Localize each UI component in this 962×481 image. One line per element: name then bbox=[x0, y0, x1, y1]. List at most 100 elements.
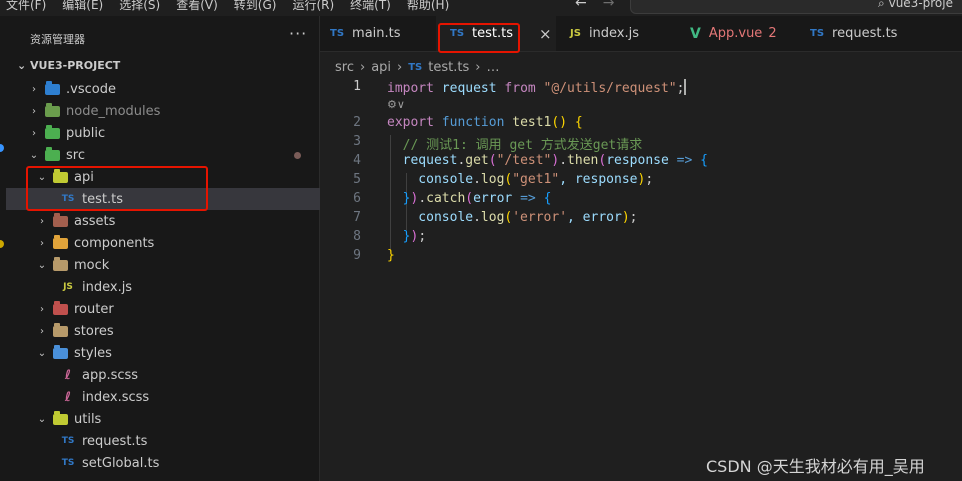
code-token: export bbox=[387, 115, 434, 130]
typescript-file-icon: TS bbox=[61, 458, 75, 468]
router-folder-icon bbox=[52, 300, 68, 316]
tree-item-utils[interactable]: ⌄ utils bbox=[6, 408, 349, 430]
breadcrumb-file[interactable]: test.ts bbox=[428, 60, 469, 75]
typescript-file-icon: TS bbox=[810, 28, 825, 39]
text-cursor bbox=[684, 79, 687, 95]
menu-selection[interactable]: 选择(S) bbox=[119, 0, 160, 13]
sass-file-icon: ℓ bbox=[64, 389, 72, 405]
tree-item-assets[interactable]: › assets bbox=[6, 210, 349, 232]
code-token: function bbox=[433, 115, 505, 130]
breadcrumb-src[interactable]: src bbox=[335, 60, 354, 75]
tree-item-request-ts[interactable]: TS request.ts bbox=[6, 430, 373, 452]
code-line[interactable]: } bbox=[387, 248, 395, 263]
code-token: . bbox=[473, 210, 481, 225]
stores-folder-icon bbox=[52, 322, 68, 338]
tree-item-label: request.ts bbox=[82, 433, 148, 449]
menu-help[interactable]: 帮助(H) bbox=[407, 0, 449, 13]
code-token: response bbox=[606, 153, 669, 168]
tree-item-label: index.scss bbox=[82, 389, 150, 405]
modified-dot-icon bbox=[294, 152, 301, 159]
tree-item-stores[interactable]: › stores bbox=[6, 320, 349, 342]
tree-item-label: mock bbox=[74, 257, 110, 273]
line-number: 4 bbox=[353, 153, 361, 168]
vue-file-icon: V bbox=[690, 25, 701, 42]
forward-arrow-icon[interactable]: → bbox=[603, 0, 615, 11]
tree-item-vscode[interactable]: › .vscode bbox=[6, 78, 341, 100]
tree-item-label: app.scss bbox=[82, 367, 139, 383]
breadcrumb-symbol[interactable]: … bbox=[486, 60, 499, 75]
code-token: console bbox=[387, 210, 474, 225]
tree-item-public[interactable]: › public bbox=[6, 122, 341, 144]
code-token: ) bbox=[559, 115, 568, 130]
tree-item-index-js[interactable]: JS index.js bbox=[6, 276, 373, 298]
assets-folder-icon bbox=[52, 212, 68, 228]
tree-item-mock[interactable]: ⌄ mock bbox=[6, 254, 349, 276]
activity-badge-yellow-icon[interactable] bbox=[0, 240, 4, 248]
tab-request-ts[interactable]: TS request.ts bbox=[810, 16, 930, 51]
tab-label: index.js bbox=[588, 26, 640, 41]
tree-item-label: router bbox=[74, 301, 114, 317]
code-token: 'error' bbox=[512, 210, 568, 225]
command-center-search[interactable]: ⌕ vue3-proje bbox=[630, 0, 962, 14]
code-line[interactable]: console.log("get1", response); bbox=[387, 172, 653, 187]
menu-view[interactable]: 查看(V) bbox=[176, 0, 218, 13]
project-root[interactable]: ⌄ VUE3-PROJECT bbox=[17, 59, 120, 72]
tree-item-app-scss[interactable]: ℓ app.scss bbox=[6, 364, 373, 386]
chevron-right-icon: › bbox=[40, 215, 44, 227]
search-icon: ⌕ bbox=[878, 0, 885, 10]
menu-file[interactable]: 文件(F) bbox=[6, 0, 46, 13]
tree-item-node-modules[interactable]: › node_modules bbox=[6, 100, 341, 122]
line-number: 7 bbox=[353, 210, 361, 225]
tree-item-label: src bbox=[66, 147, 85, 163]
explorer-title: 资源管理器 bbox=[30, 33, 85, 46]
code-line[interactable]: }).catch(error => { bbox=[387, 191, 552, 206]
code-line[interactable]: // 测试1: 调用 get 方式发送get请求 bbox=[387, 134, 643, 153]
tree-item-styles[interactable]: ⌄ styles bbox=[6, 342, 349, 364]
code-token: import bbox=[387, 81, 434, 96]
code-line[interactable]: console.log('error', error); bbox=[387, 210, 637, 225]
tree-item-src[interactable]: ⌄ src bbox=[6, 144, 341, 166]
tree-item-index-scss[interactable]: ℓ index.scss bbox=[6, 386, 373, 408]
tab-index-js[interactable]: JS index.js bbox=[570, 16, 685, 51]
code-token: ; bbox=[645, 172, 654, 187]
tree-item-label: styles bbox=[74, 345, 112, 361]
code-token: error bbox=[473, 191, 513, 206]
javascript-file-icon: JS bbox=[570, 28, 581, 39]
menu-terminal[interactable]: 终端(T) bbox=[350, 0, 391, 13]
code-line[interactable]: import request from "@/utils/request"; bbox=[387, 79, 687, 96]
tree-item-label: assets bbox=[74, 213, 116, 229]
tab-main-ts[interactable]: TS main.ts bbox=[330, 16, 435, 51]
chevron-down-icon: ⌄ bbox=[37, 259, 47, 271]
tab-app-vue[interactable]: V App.vue 2 bbox=[690, 16, 805, 51]
code-token: ( bbox=[598, 153, 607, 168]
code-token: ( bbox=[488, 153, 497, 168]
code-token: console bbox=[387, 172, 474, 187]
tree-item-router[interactable]: › router bbox=[6, 298, 349, 320]
code-line[interactable]: export function test1() { bbox=[387, 115, 583, 130]
code-token: get bbox=[465, 153, 489, 168]
menu-run[interactable]: 运行(R) bbox=[292, 0, 334, 13]
code-editor[interactable]: 1 2 3 4 5 6 7 8 9 import request from "@… bbox=[320, 78, 962, 481]
code-token: log bbox=[480, 210, 505, 225]
breadcrumb-api[interactable]: api bbox=[371, 60, 391, 75]
menu-go[interactable]: 转到(G) bbox=[234, 0, 277, 13]
vscode-folder-icon bbox=[44, 80, 60, 96]
menu-edit[interactable]: 编辑(E) bbox=[62, 0, 103, 13]
chevron-right-icon: › bbox=[32, 127, 36, 139]
code-lens-icon[interactable]: ⚙∨ bbox=[387, 98, 405, 111]
tree-item-components[interactable]: › components bbox=[6, 232, 349, 254]
close-icon[interactable]: × bbox=[539, 25, 552, 43]
tree-item-setglobal-ts[interactable]: TS setGlobal.ts bbox=[6, 452, 373, 474]
node-folder-icon bbox=[44, 102, 60, 118]
more-actions-icon[interactable]: ··· bbox=[289, 24, 307, 43]
javascript-file-icon: JS bbox=[63, 282, 73, 292]
code-line[interactable]: request.get("/test").then(response => { bbox=[387, 153, 708, 168]
tree-item-label: components bbox=[74, 235, 155, 251]
code-token: request bbox=[387, 153, 458, 168]
line-number: 1 bbox=[353, 79, 361, 94]
activity-badge-blue-icon[interactable] bbox=[0, 144, 4, 152]
code-line[interactable]: }); bbox=[387, 229, 426, 244]
back-arrow-icon[interactable]: ← bbox=[575, 0, 587, 11]
